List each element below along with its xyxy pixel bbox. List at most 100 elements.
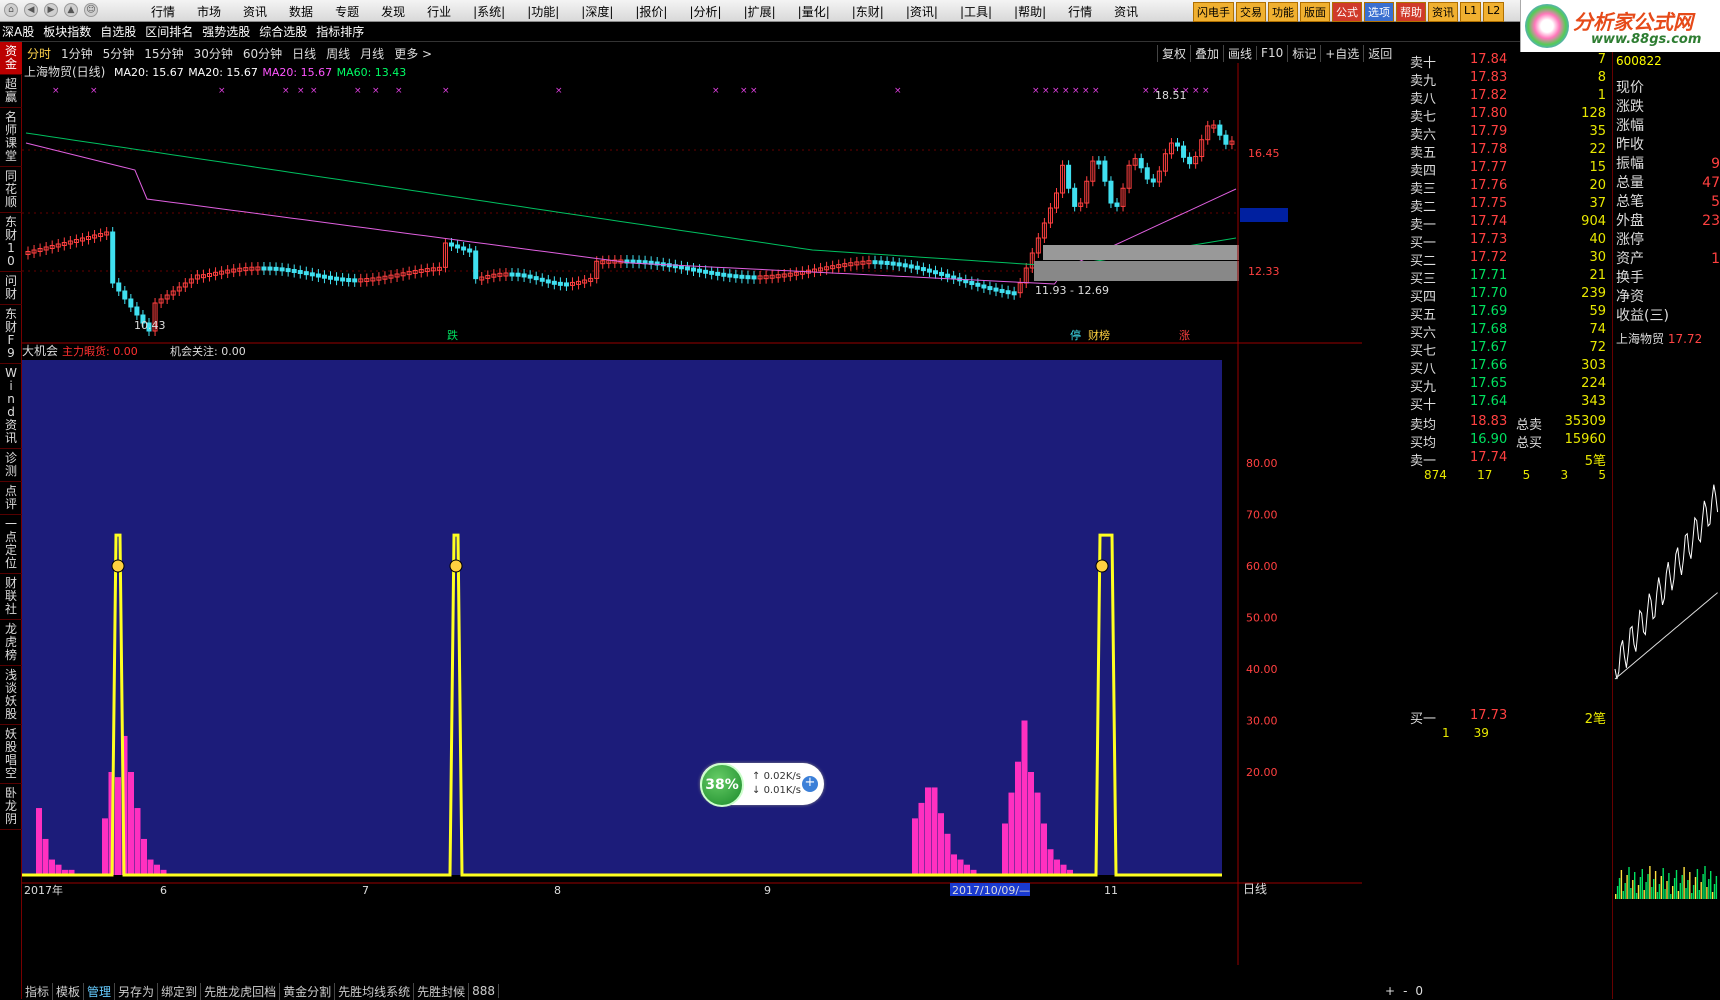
chart-tool-4[interactable]: 标记 bbox=[1287, 44, 1320, 62]
chart-tool-1[interactable]: 叠加 bbox=[1190, 44, 1223, 62]
zoom-control-1[interactable]: - bbox=[1403, 984, 1407, 998]
subbar-item-0[interactable]: 深A股 bbox=[2, 23, 34, 40]
bottom-tab-3[interactable]: 另存为 bbox=[115, 982, 159, 1000]
menu-item-5[interactable]: 发现 bbox=[370, 3, 416, 20]
bottom-tab-9[interactable]: 888 bbox=[469, 984, 500, 998]
rail-tab-12[interactable]: 龙虎榜 bbox=[0, 620, 22, 666]
rail-tab-0[interactable]: 资金 bbox=[0, 42, 22, 75]
rail-tab-4[interactable]: 东财10 bbox=[0, 213, 22, 272]
menu-item-10[interactable]: |报价| bbox=[624, 3, 678, 20]
rail-tab-5[interactable]: 问财 bbox=[0, 272, 22, 305]
subbar-item-1[interactable]: 板块指数 bbox=[43, 23, 91, 40]
menu-item-0[interactable]: 行情 bbox=[140, 3, 186, 20]
quick-button-2[interactable]: 功能 bbox=[1268, 2, 1298, 22]
bottom-tab-2[interactable]: 管理 bbox=[84, 982, 116, 1000]
network-speed-widget[interactable]: 38% ↑ 0.02K/s ↓ 0.01K/s + bbox=[700, 763, 824, 807]
period-tab-5[interactable]: 60分钟 bbox=[243, 45, 282, 62]
period-tab-7[interactable]: 周线 bbox=[326, 45, 350, 62]
menu-item-13[interactable]: |量化| bbox=[787, 3, 841, 20]
candle-body-110 bbox=[691, 267, 696, 272]
up-icon[interactable]: ▲ bbox=[64, 3, 78, 17]
bottom-tab-6[interactable]: 黄金分割 bbox=[280, 982, 336, 1000]
candle-body-161 bbox=[999, 288, 1005, 293]
menu-item-18[interactable]: 行情 bbox=[1057, 3, 1103, 20]
rail-tab-9[interactable]: 点评 bbox=[0, 482, 22, 515]
chart-tool-3[interactable]: F10 bbox=[1256, 46, 1287, 60]
subbar-item-3[interactable]: 区间排名 bbox=[145, 23, 193, 40]
menu-item-16[interactable]: |工具| bbox=[949, 3, 1003, 20]
rail-tab-2[interactable]: 名师课堂 bbox=[0, 108, 22, 167]
candle-body-179 bbox=[1108, 180, 1114, 204]
quick-button-8[interactable]: L1 bbox=[1460, 2, 1482, 22]
subbar-item-4[interactable]: 强势选股 bbox=[202, 23, 250, 40]
menu-item-3[interactable]: 数据 bbox=[278, 3, 324, 20]
menu-item-7[interactable]: |系统| bbox=[462, 3, 516, 20]
menu-item-12[interactable]: |扩展| bbox=[733, 3, 787, 20]
subbar-item-6[interactable]: 指标排序 bbox=[316, 23, 364, 40]
chart-tool-5[interactable]: +自选 bbox=[1320, 44, 1363, 62]
sell1-queue: 874 17 5 3 5 bbox=[1410, 468, 1610, 482]
quick-button-6[interactable]: 帮助 bbox=[1396, 2, 1426, 22]
quick-button-5[interactable]: 选项 bbox=[1364, 2, 1394, 22]
rail-tab-7[interactable]: Wind资讯 bbox=[0, 364, 22, 449]
rail-tab-6[interactable]: 东财F9 bbox=[0, 305, 22, 364]
quick-button-1[interactable]: 交易 bbox=[1236, 2, 1266, 22]
menu-item-9[interactable]: |深度| bbox=[570, 3, 624, 20]
candle-body-47 bbox=[309, 272, 315, 277]
menu-item-14[interactable]: |东财| bbox=[841, 3, 895, 20]
menu-item-11[interactable]: |分析| bbox=[678, 3, 732, 20]
forward-icon[interactable]: ▶ bbox=[44, 3, 58, 17]
price-tick-0: 16.45 bbox=[1248, 147, 1280, 160]
chart-area: 上海物贸(日线) MA20: 15.67 MA20: 15.67 MA20: 15.… bbox=[22, 63, 1362, 965]
menu-item-1[interactable]: 市场 bbox=[186, 3, 232, 20]
kline-mark-19: × bbox=[1072, 86, 1080, 96]
subbar-item-2[interactable]: 自选股 bbox=[100, 23, 136, 40]
avg-buy-label: 买均 bbox=[1410, 436, 1437, 451]
period-tab-3[interactable]: 15分钟 bbox=[144, 45, 183, 62]
rail-tab-10[interactable]: 一点定位 bbox=[0, 515, 22, 574]
quick-button-3[interactable]: 版面 bbox=[1300, 2, 1330, 22]
user-icon[interactable]: ☺ bbox=[84, 3, 98, 17]
speed-plus-icon[interactable]: + bbox=[802, 776, 818, 792]
menu-item-15[interactable]: |资讯| bbox=[895, 3, 949, 20]
buy1-queue: 1 39 bbox=[1442, 726, 1489, 740]
menu-item-4[interactable]: 专题 bbox=[324, 3, 370, 20]
chart-tool-6[interactable]: 返回 bbox=[1363, 44, 1396, 62]
period-tab-9[interactable]: 更多 > bbox=[394, 45, 432, 62]
period-tab-6[interactable]: 日线 bbox=[292, 45, 316, 62]
quick-button-9[interactable]: L2 bbox=[1483, 2, 1505, 22]
bottom-tab-4[interactable]: 绑定到 bbox=[158, 982, 202, 1000]
quick-button-0[interactable]: 闪电手 bbox=[1193, 2, 1234, 22]
quick-button-4[interactable]: 公式 bbox=[1332, 2, 1362, 22]
zoom-control-2[interactable]: 0 bbox=[1415, 984, 1423, 998]
menu-item-17[interactable]: |帮助| bbox=[1003, 3, 1057, 20]
subbar-item-5[interactable]: 综合选股 bbox=[259, 23, 307, 40]
period-tab-8[interactable]: 月线 bbox=[360, 45, 384, 62]
chart-tool-2[interactable]: 画线 bbox=[1223, 44, 1256, 62]
menu-item-6[interactable]: 行业 bbox=[416, 3, 462, 20]
zoom-control-0[interactable]: + bbox=[1385, 984, 1395, 998]
period-tab-0[interactable]: 分时 bbox=[27, 45, 51, 62]
period-tab-2[interactable]: 5分钟 bbox=[103, 45, 135, 62]
menu-item-2[interactable]: 资讯 bbox=[232, 3, 278, 20]
rail-tab-1[interactable]: 超赢 bbox=[0, 75, 22, 108]
rail-tab-14[interactable]: 妖股唱空 bbox=[0, 725, 22, 784]
period-tab-1[interactable]: 1分钟 bbox=[61, 45, 93, 62]
menu-item-19[interactable]: 资讯 bbox=[1103, 3, 1149, 20]
home-icon[interactable]: ⌂ bbox=[4, 3, 18, 17]
bottom-tab-1[interactable]: 模板 bbox=[53, 982, 85, 1000]
period-tab-4[interactable]: 30分钟 bbox=[194, 45, 233, 62]
menu-item-8[interactable]: |功能| bbox=[516, 3, 570, 20]
bottom-tab-0[interactable]: 指标 bbox=[22, 982, 54, 1000]
rail-tab-13[interactable]: 浅谈妖股 bbox=[0, 666, 22, 725]
bottom-tab-5[interactable]: 先胜龙虎回档 bbox=[201, 982, 281, 1000]
rail-tab-15[interactable]: 卧龙阴 bbox=[0, 784, 22, 830]
back-icon[interactable]: ◀ bbox=[24, 3, 38, 17]
bottom-tab-8[interactable]: 先胜封候 bbox=[414, 982, 470, 1000]
rail-tab-3[interactable]: 同花顺 bbox=[0, 167, 22, 213]
chart-tool-0[interactable]: 复权 bbox=[1157, 44, 1190, 62]
bottom-tab-7[interactable]: 先胜均线系统 bbox=[335, 982, 415, 1000]
quick-button-7[interactable]: 资讯 bbox=[1428, 2, 1458, 22]
rail-tab-8[interactable]: 诊测 bbox=[0, 449, 22, 482]
rail-tab-11[interactable]: 财联社 bbox=[0, 574, 22, 620]
